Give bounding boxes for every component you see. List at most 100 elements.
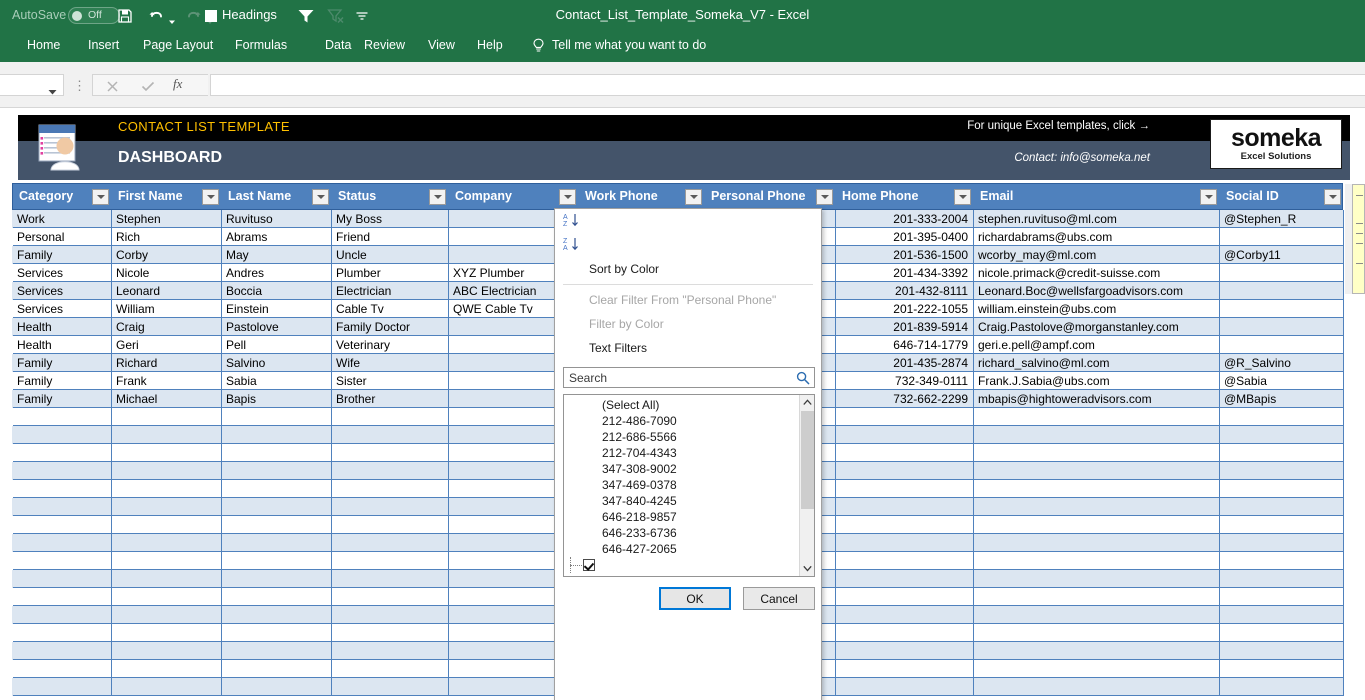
cell-email[interactable]: stephen.ruvituso@ml.com [974, 210, 1220, 228]
cell-last-name[interactable] [222, 624, 332, 642]
cell-social-id[interactable] [1220, 642, 1344, 660]
cell-category[interactable]: Services [13, 282, 112, 300]
cell-first-name[interactable] [112, 462, 222, 480]
cell-category[interactable] [13, 516, 112, 534]
cell-social-id[interactable] [1220, 408, 1344, 426]
cell-social-id[interactable] [1220, 282, 1344, 300]
banner-promo[interactable]: For unique Excel templates, click → [967, 120, 1150, 132]
cell-status[interactable]: Uncle [332, 246, 449, 264]
tell-me-input[interactable]: Tell me what you want to do [552, 38, 706, 52]
cell-status[interactable] [332, 660, 449, 678]
cell-first-name[interactable] [112, 444, 222, 462]
cell-social-id[interactable] [1220, 588, 1344, 606]
cell-category[interactable]: Family [13, 354, 112, 372]
cell-social-id[interactable]: @MBapis [1220, 390, 1344, 408]
cell-category[interactable] [13, 624, 112, 642]
cell-email[interactable] [974, 606, 1220, 624]
cell-last-name[interactable] [222, 588, 332, 606]
cell-social-id[interactable] [1220, 444, 1344, 462]
cell-last-name[interactable]: Ruvituso [222, 210, 332, 228]
cell-first-name[interactable]: Michael [112, 390, 222, 408]
cell-home-phone[interactable]: 201-432-8111 [836, 282, 974, 300]
checkbox-checked-icon[interactable] [583, 559, 595, 571]
filter-button-category[interactable] [92, 189, 109, 205]
cell-email[interactable]: Leonard.Boc@wellsfargoadvisors.com [974, 282, 1220, 300]
cell-status[interactable]: Veterinary [332, 336, 449, 354]
cell-last-name[interactable]: Boccia [222, 282, 332, 300]
cell-social-id[interactable] [1220, 552, 1344, 570]
cell-first-name[interactable] [112, 660, 222, 678]
cell-first-name[interactable] [112, 534, 222, 552]
filter-button-status[interactable] [429, 189, 446, 205]
cell-social-id[interactable] [1220, 534, 1344, 552]
cell-first-name[interactable]: Nicole [112, 264, 222, 282]
tab-page-layout[interactable]: Page Layout [143, 38, 213, 52]
someka-logo[interactable]: someka Excel Solutions [1210, 119, 1342, 169]
cell-email[interactable] [974, 660, 1220, 678]
ok-button[interactable]: OK [659, 587, 731, 610]
cell-last-name[interactable]: Abrams [222, 228, 332, 246]
cell-first-name[interactable]: Frank [112, 372, 222, 390]
cell-home-phone[interactable] [836, 516, 974, 534]
cell-category[interactable] [13, 678, 112, 696]
cell-home-phone[interactable] [836, 408, 974, 426]
cell-home-phone[interactable] [836, 462, 974, 480]
tab-help[interactable]: Help [477, 38, 503, 52]
cell-last-name[interactable]: Salvino [222, 354, 332, 372]
cell-category[interactable]: Services [13, 264, 112, 282]
name-box[interactable] [0, 74, 64, 96]
filter-button-personal-phone[interactable] [816, 189, 833, 205]
cell-status[interactable]: My Boss [332, 210, 449, 228]
cell-category[interactable]: Family [13, 372, 112, 390]
tab-insert[interactable]: Insert [88, 38, 119, 52]
cell-last-name[interactable] [222, 426, 332, 444]
cell-home-phone[interactable] [836, 588, 974, 606]
cell-home-phone[interactable] [836, 426, 974, 444]
cell-last-name[interactable] [222, 516, 332, 534]
cell-home-phone[interactable] [836, 606, 974, 624]
filter-button-email[interactable] [1200, 189, 1217, 205]
scroll-down-icon[interactable] [800, 561, 815, 576]
cell-home-phone[interactable]: 201-395-0400 [836, 228, 974, 246]
cell-status[interactable]: Sister [332, 372, 449, 390]
cell-first-name[interactable]: Richard [112, 354, 222, 372]
filter-checklist-item[interactable]: 212-686-5566 [564, 429, 800, 445]
cell-social-id[interactable] [1220, 300, 1344, 318]
cell-email[interactable] [974, 426, 1220, 444]
filter-button-work-phone[interactable] [685, 189, 702, 205]
cell-home-phone[interactable] [836, 642, 974, 660]
cell-social-id[interactable] [1220, 498, 1344, 516]
cell-first-name[interactable] [112, 570, 222, 588]
cell-home-phone[interactable]: 201-435-2874 [836, 354, 974, 372]
cell-status[interactable] [332, 624, 449, 642]
cancel-button[interactable]: Cancel [743, 587, 815, 610]
cell-category[interactable] [13, 642, 112, 660]
cell-home-phone[interactable] [836, 660, 974, 678]
filter-button-company[interactable] [559, 189, 576, 205]
cell-last-name[interactable]: Sabia [222, 372, 332, 390]
cell-home-phone[interactable]: 732-662-2299 [836, 390, 974, 408]
cell-last-name[interactable]: Pell [222, 336, 332, 354]
cell-category[interactable] [13, 588, 112, 606]
cell-status[interactable]: Cable Tv [332, 300, 449, 318]
cell-first-name[interactable] [112, 516, 222, 534]
cell-status[interactable] [332, 588, 449, 606]
cell-first-name[interactable] [112, 498, 222, 516]
cell-status[interactable] [332, 606, 449, 624]
cell-last-name[interactable] [222, 534, 332, 552]
cell-social-id[interactable] [1220, 606, 1344, 624]
cell-first-name[interactable] [112, 480, 222, 498]
insert-function-icon[interactable]: fx [173, 76, 182, 92]
cell-social-id[interactable]: @Corby11 [1220, 246, 1344, 264]
cell-email[interactable]: mbapis@hightoweradvisors.com [974, 390, 1220, 408]
filter-checklist-item[interactable]: 347-308-9002 [564, 461, 800, 477]
cell-first-name[interactable] [112, 606, 222, 624]
cell-email[interactable]: Craig.Pastolove@morganstanley.com [974, 318, 1220, 336]
cell-social-id[interactable] [1220, 228, 1344, 246]
cell-first-name[interactable] [112, 624, 222, 642]
cell-first-name[interactable]: Craig [112, 318, 222, 336]
cell-email[interactable]: Frank.J.Sabia@ubs.com [974, 372, 1220, 390]
filter-menu-item-sort-z-to-a[interactable]: ZA [555, 233, 821, 257]
cell-social-id[interactable] [1220, 678, 1344, 696]
scrollbar-thumb[interactable] [801, 411, 814, 509]
